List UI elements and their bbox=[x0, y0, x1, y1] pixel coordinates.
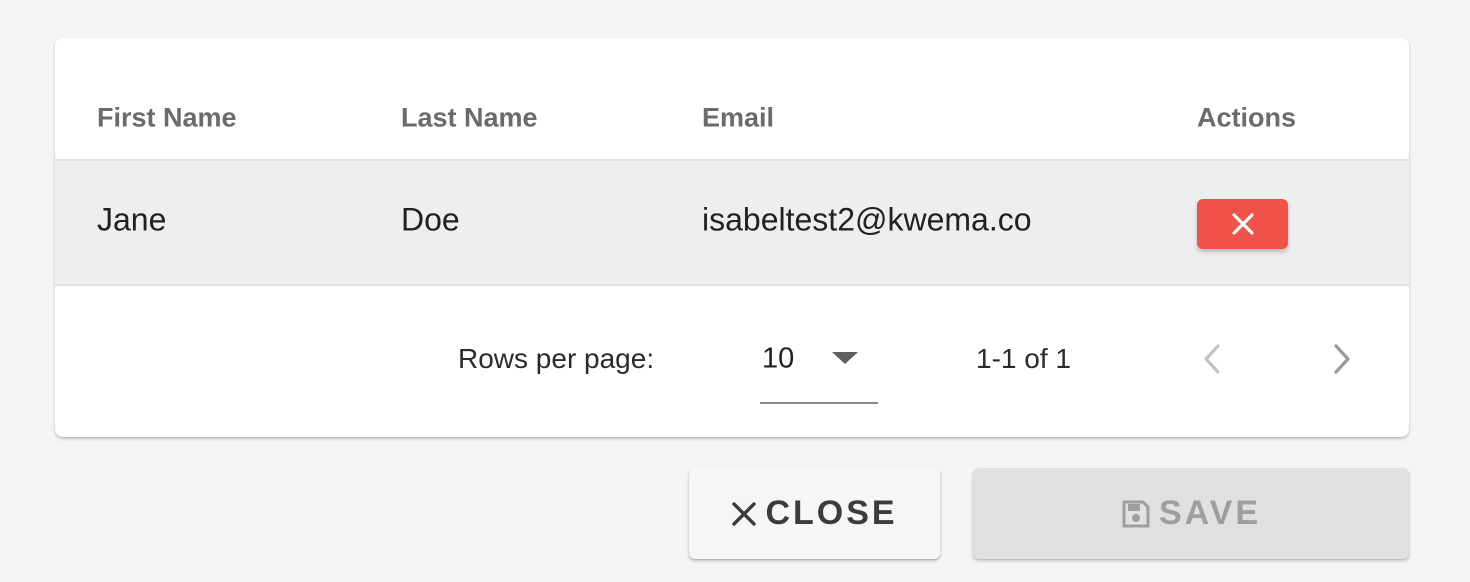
close-button-label: CLOSE bbox=[765, 494, 898, 532]
caret-down-icon bbox=[832, 352, 858, 364]
delete-row-button[interactable] bbox=[1197, 199, 1288, 249]
save-button[interactable]: SAVE bbox=[973, 468, 1409, 559]
rows-per-page-label: Rows per page: bbox=[458, 343, 655, 374]
column-header-first-name[interactable]: First Name bbox=[97, 103, 237, 134]
floppy-disk-icon bbox=[1121, 499, 1151, 529]
close-button[interactable]: CLOSE bbox=[689, 468, 940, 559]
close-icon bbox=[1231, 213, 1254, 235]
column-header-actions: Actions bbox=[1197, 102, 1297, 133]
table-pagination: Rows per page: 10 1-1 of 1 bbox=[55, 286, 1409, 437]
close-icon bbox=[731, 501, 757, 527]
table-header: First Name Last Name Email Actions bbox=[55, 38, 1409, 161]
next-page-button[interactable] bbox=[1319, 336, 1365, 382]
cell-last-name: Doe bbox=[401, 201, 460, 238]
cell-first-name: Jane bbox=[97, 201, 167, 238]
save-button-label: SAVE bbox=[1158, 494, 1262, 532]
column-header-last-name[interactable]: Last Name bbox=[401, 103, 538, 134]
column-header-email[interactable]: Email bbox=[702, 103, 774, 134]
pagination-range: 1-1 of 1 bbox=[976, 343, 1071, 374]
cell-email: isabeltest2@kwema.co bbox=[702, 201, 1032, 238]
rows-per-page-select[interactable]: 10 bbox=[760, 326, 878, 404]
chevron-right-icon bbox=[1334, 344, 1350, 374]
users-table-card: First Name Last Name Email Actions Jane … bbox=[55, 38, 1409, 437]
previous-page-button[interactable] bbox=[1189, 336, 1235, 382]
rows-per-page-value: 10 bbox=[762, 342, 795, 375]
table-row: Jane Doe isabeltest2@kwema.co bbox=[55, 161, 1409, 286]
chevron-left-icon bbox=[1204, 344, 1220, 374]
